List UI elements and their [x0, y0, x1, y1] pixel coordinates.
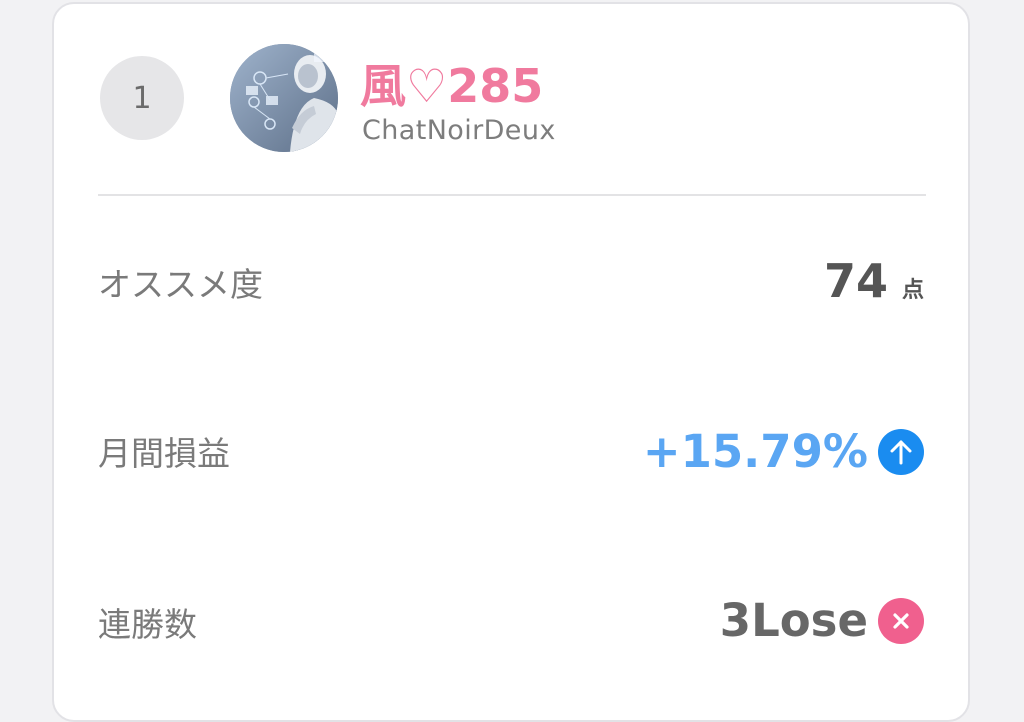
arrow-up-icon [878, 428, 924, 475]
close-x-icon [878, 597, 924, 644]
user-handle: ChatNoirDeux [362, 115, 556, 146]
monthly-pl-label: 月間損益 [98, 434, 230, 473]
divider [98, 194, 926, 196]
monthly-pl-value: +15.79% [643, 425, 924, 478]
rank-badge: 1 [100, 56, 184, 140]
recommend-score: 74 [823, 254, 888, 308]
streak-value: 3Lose [720, 594, 924, 647]
recommend-unit: 点 [901, 278, 924, 303]
user-avatar[interactable] [230, 44, 338, 152]
recommend-value: 74 点 [824, 254, 924, 308]
user-name[interactable]: 風♡285 [360, 54, 543, 118]
streak-count: 3Lose [719, 594, 868, 647]
streak-label: 連勝数 [98, 605, 197, 644]
monthly-pl-percent: +15.79% [642, 425, 868, 478]
recommend-label: オススメ度 [98, 265, 263, 304]
ranking-card[interactable]: 1 風♡285 ChatNoirDeux オススメ度 74 点 月間損益 +15… [52, 2, 970, 722]
